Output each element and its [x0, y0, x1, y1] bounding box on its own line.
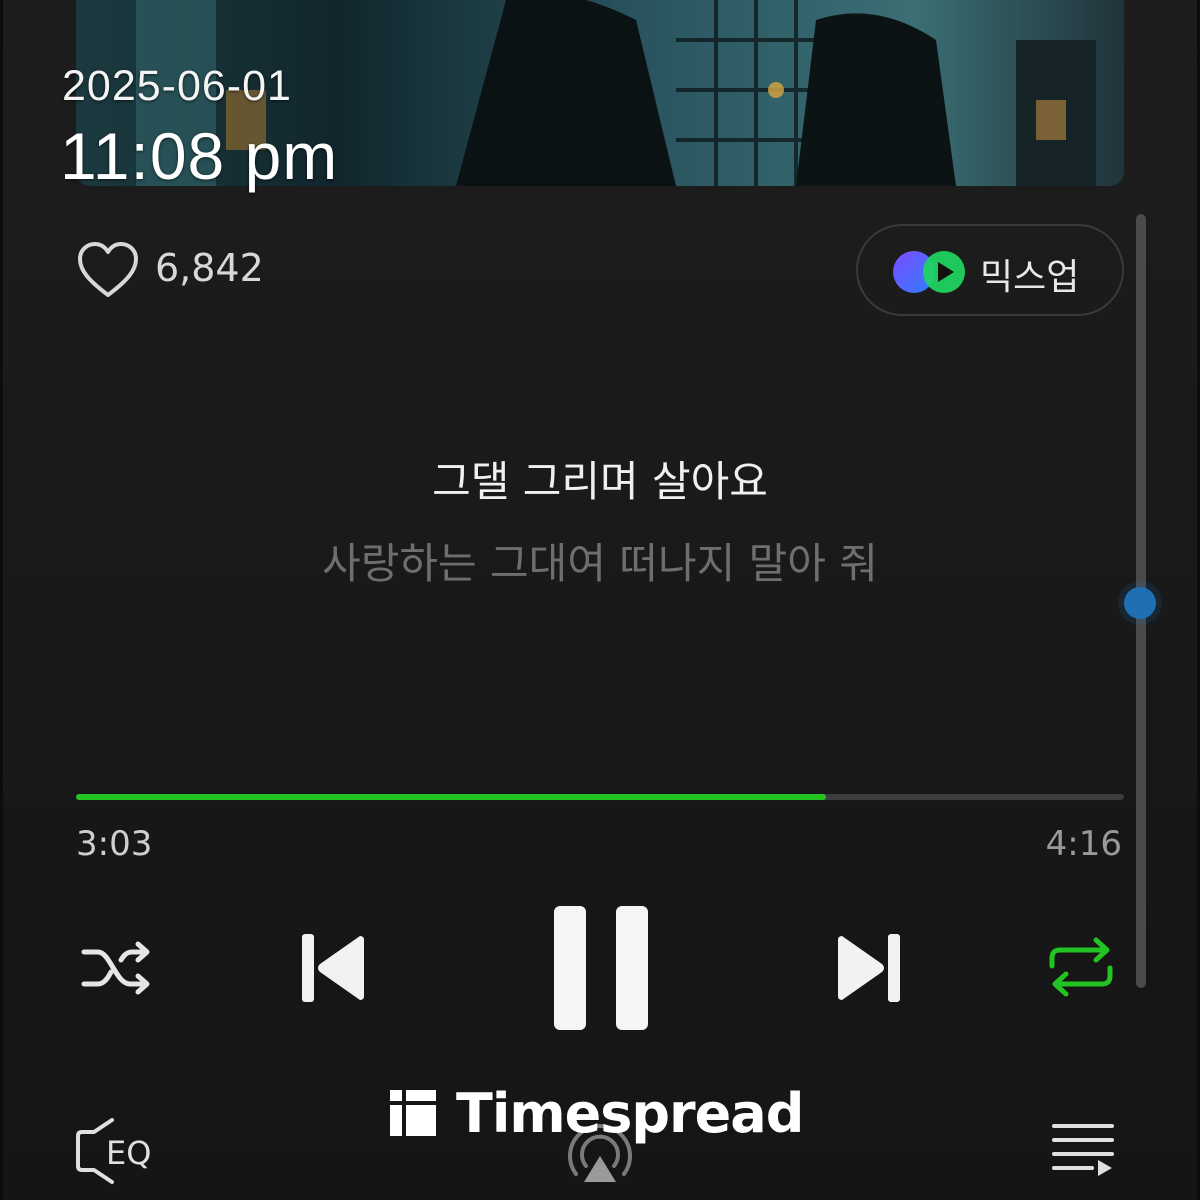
mixup-label: 믹스업: [980, 257, 1080, 298]
watermark: Timespread: [388, 1081, 804, 1145]
progress-bar[interactable]: [76, 794, 1124, 800]
mixup-button[interactable]: 믹스업: [856, 224, 1124, 316]
lyric-current-line[interactable]: 그댈 그리며 살아요: [0, 448, 1200, 509]
timestamp-date: 2025-06-01: [62, 62, 292, 110]
left-edge: [0, 0, 3, 1200]
pause-icon: [554, 906, 648, 1030]
previous-button[interactable]: [298, 930, 368, 1006]
skip-next-icon: [838, 934, 900, 1002]
elapsed-time: 3:03: [76, 824, 153, 864]
next-button[interactable]: [834, 930, 904, 1006]
like-count: 6,842: [155, 246, 264, 290]
repeat-icon: [1049, 937, 1113, 997]
lyric-next-line[interactable]: 사랑하는 그대여 떠나지 말아 줘: [0, 530, 1200, 591]
playlist-icon: [1052, 1124, 1114, 1176]
heart-outline-icon: [78, 242, 138, 297]
watermark-text: Timespread: [456, 1081, 804, 1145]
shuffle-icon: [81, 941, 150, 995]
shuffle-button[interactable]: [80, 938, 156, 998]
pause-button[interactable]: [552, 904, 650, 1032]
timestamp-time: 11:08 pm: [60, 119, 339, 193]
total-time: 4:16: [1045, 824, 1122, 864]
playlist-button[interactable]: [1052, 1122, 1116, 1180]
eq-icon: EQ: [76, 1118, 151, 1184]
eq-label: EQ: [106, 1134, 151, 1172]
scrollbar-thumb[interactable]: [1124, 587, 1156, 619]
skip-previous-icon: [302, 934, 364, 1002]
timespread-logo-icon: [390, 1090, 436, 1136]
progress-fill: [76, 794, 827, 800]
like-button[interactable]: [76, 240, 140, 300]
music-player-screen: 2025-06-01 11:08 pm 6,842 믹스업 그댈 그리며 살아요…: [0, 0, 1200, 1200]
repeat-button[interactable]: [1046, 936, 1116, 998]
eq-button[interactable]: EQ: [76, 1116, 166, 1186]
mixup-logo-icon: [893, 251, 965, 293]
